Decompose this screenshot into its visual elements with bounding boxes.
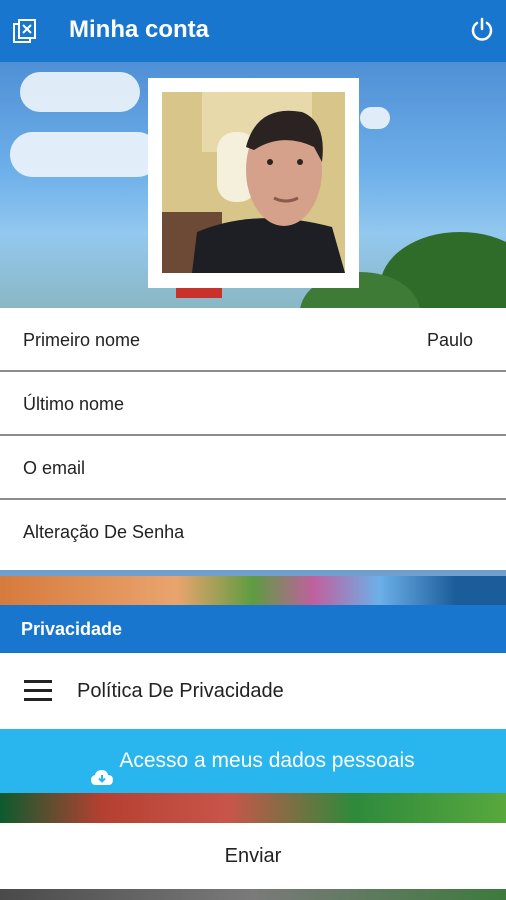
close-document-icon[interactable] — [12, 18, 40, 46]
background-strip-lower — [0, 793, 506, 823]
avatar[interactable] — [162, 92, 345, 273]
app-bar: Minha conta — [0, 0, 506, 62]
privacy-policy-label: Política De Privacidade — [77, 680, 284, 702]
change-password-field[interactable]: Alteração De Senha — [0, 500, 506, 570]
account-form: Primeiro nome Paulo Último nome O email … — [0, 308, 506, 570]
send-label: Enviar — [224, 845, 282, 867]
change-password-label: Alteração De Senha — [23, 522, 185, 542]
email-field[interactable]: O email — [0, 436, 506, 500]
privacy-section-header: Privacidade — [0, 605, 506, 653]
page-title: Minha conta — [69, 16, 210, 43]
privacy-section-title: Privacidade — [21, 619, 123, 639]
send-button[interactable]: Enviar — [0, 823, 506, 889]
background-strip — [0, 576, 506, 605]
last-name-field[interactable]: Último nome — [0, 372, 506, 436]
privacy-policy-item[interactable]: Política De Privacidade — [0, 653, 506, 729]
first-name-value[interactable]: Paulo — [427, 330, 473, 351]
first-name-label: Primeiro nome — [23, 330, 141, 350]
cloud-download-icon — [91, 750, 114, 786]
access-personal-data-label: Acesso a meus dados pessoais — [119, 749, 415, 772]
access-personal-data-button[interactable]: Acesso a meus dados pessoais — [0, 729, 506, 793]
email-label: O email — [23, 458, 86, 478]
background-strip-bottom — [0, 889, 506, 900]
power-icon[interactable] — [468, 16, 496, 44]
first-name-field[interactable]: Primeiro nome Paulo — [0, 308, 506, 372]
last-name-label: Último nome — [23, 394, 125, 414]
menu-icon — [24, 680, 52, 702]
